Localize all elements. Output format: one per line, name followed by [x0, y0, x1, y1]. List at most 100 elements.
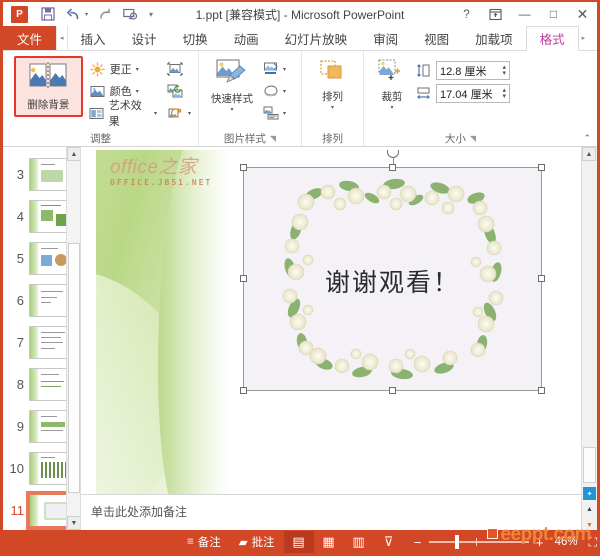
- notes-button[interactable]: ≡ 备注: [178, 529, 230, 555]
- redo-icon[interactable]: [97, 6, 113, 22]
- tab-design[interactable]: 设计: [119, 26, 170, 50]
- resize-handle-nw[interactable]: [240, 164, 247, 171]
- tab-transitions[interactable]: 切换: [170, 26, 221, 50]
- view-normal-button[interactable]: ▤: [283, 531, 314, 553]
- resize-handle-n[interactable]: [388, 164, 396, 171]
- crop-caret-icon[interactable]: ▾: [390, 104, 393, 111]
- zoom-slider-midpoint: [475, 538, 477, 546]
- tab-view[interactable]: 视图: [411, 26, 462, 50]
- shape-width-spinners[interactable]: ▴ ▾: [502, 87, 506, 100]
- remove-background-button[interactable]: 删除背景: [14, 56, 83, 117]
- previous-slide-button[interactable]: ▲: [583, 503, 596, 516]
- picture-selection-frame[interactable]: [240, 150, 545, 394]
- ribbon-display-options-icon[interactable]: [481, 2, 510, 26]
- thumbnail-scroll-down-button[interactable]: ▼: [67, 516, 80, 530]
- compress-pictures-button[interactable]: [165, 58, 193, 80]
- select-browse-object-button[interactable]: ✦: [583, 487, 596, 500]
- adjust-group-label: 调整: [90, 132, 111, 145]
- undo-icon[interactable]: [65, 6, 81, 22]
- thumbnail-scroll-up-button[interactable]: ▲: [67, 147, 80, 161]
- arrange-button[interactable]: 排列 ▾: [307, 55, 358, 114]
- slide-thumbnail-pane: 3 4 5 6 7 8 9 10 11 ▲ ▼: [3, 147, 81, 530]
- picture-border-button[interactable]: ▾: [260, 58, 288, 80]
- picture-border-caret-icon[interactable]: ▾: [283, 66, 286, 73]
- resize-handle-w[interactable]: [240, 275, 247, 282]
- close-button[interactable]: ✕: [568, 2, 597, 26]
- arrange-icon: [318, 58, 348, 89]
- picture-effects-caret-icon[interactable]: ▾: [283, 88, 286, 95]
- thumbnail-scrollbar-thumb[interactable]: [68, 243, 80, 493]
- tab-animations[interactable]: 动画: [221, 26, 272, 50]
- color-caret-icon[interactable]: ▾: [136, 88, 139, 95]
- comments-button[interactable]: ▰ 批注: [230, 529, 284, 555]
- minimize-button[interactable]: —: [510, 2, 539, 26]
- shape-height-row: 12.8 厘米 ▴ ▾: [415, 61, 510, 80]
- tab-file[interactable]: 文件: [3, 26, 57, 50]
- watermark-line-2: OFFICE.JB51.NET: [110, 178, 213, 187]
- resize-handle-e[interactable]: [538, 275, 545, 282]
- tab-insert[interactable]: 插入: [68, 26, 119, 50]
- corrections-button[interactable]: 更正 ▾: [87, 58, 159, 80]
- picture-layout-button[interactable]: ▾: [260, 102, 288, 124]
- reset-picture-caret-icon[interactable]: ▾: [188, 110, 191, 117]
- shape-width-row: 17.04 厘米 ▴ ▾: [415, 84, 510, 103]
- comment-icon: ▰: [238, 537, 248, 549]
- height-spin-down-icon[interactable]: ▾: [502, 70, 506, 77]
- slide-vertical-scrollbar[interactable]: ▲ ✦ ▲ ▼: [581, 147, 597, 530]
- adjust-small-buttons: 更正 ▾ 颜色 ▾ 艺术效果 ▾: [87, 55, 159, 128]
- tabs-scroll-right-icon[interactable]: ▸: [579, 26, 589, 50]
- picture-styles-dialog-launcher[interactable]: ◥: [270, 134, 276, 143]
- crop-button[interactable]: 裁剪 ▾: [369, 55, 415, 114]
- zoom-slider-handle[interactable]: [454, 535, 459, 549]
- picture-border-icon: [262, 61, 279, 78]
- title-bar: P ▾ ▾ 1.ppt [兼容模式] - Microsoft PowerPoin…: [3, 0, 597, 26]
- collapse-ribbon-icon[interactable]: ⌃: [583, 133, 591, 144]
- artistic-effects-caret-icon[interactable]: ▾: [154, 110, 157, 117]
- picture-layout-caret-icon[interactable]: ▾: [283, 110, 286, 117]
- thumbnail-scrollbar[interactable]: ▲ ▼: [66, 147, 80, 530]
- quick-styles-button[interactable]: 快速样式 ▾: [204, 55, 260, 116]
- picture-effects-button[interactable]: ▾: [260, 80, 288, 102]
- view-slide-sorter-button[interactable]: ▦: [314, 531, 344, 553]
- current-slide[interactable]: office之家 OFFICE.JB51.NET 谢谢观看！: [96, 150, 566, 498]
- ribbon-tabs: 文件 ◂ 插入 设计 切换 动画 幻灯片放映 审阅 视图 加载项 格式 ▸: [3, 26, 597, 51]
- width-spin-down-icon[interactable]: ▾: [502, 93, 506, 100]
- tabs-scroll-left-icon[interactable]: ◂: [56, 26, 68, 50]
- undo-dropdown-caret-icon[interactable]: ▾: [85, 11, 88, 18]
- ribbon: 删除背景 更正 ▾ 颜色 ▾ 艺术效果 ▾ ▾ 调整 快速样式 ▾ ▾ ▾ ▾ …: [3, 51, 597, 147]
- zoom-out-button[interactable]: −: [412, 535, 424, 550]
- remove-background-label: 删除背景: [27, 99, 70, 111]
- maximize-button[interactable]: □: [539, 2, 568, 26]
- shape-width-input[interactable]: 17.04 厘米 ▴ ▾: [436, 84, 510, 103]
- change-picture-button[interactable]: [165, 80, 193, 102]
- help-button[interactable]: ?: [452, 2, 481, 26]
- crop-label: 裁剪: [381, 91, 403, 103]
- resize-handle-sw[interactable]: [240, 387, 247, 394]
- tab-format[interactable]: 格式: [525, 26, 579, 51]
- corrections-caret-icon[interactable]: ▾: [136, 66, 139, 73]
- resize-handle-s[interactable]: [388, 387, 396, 394]
- scroll-up-button[interactable]: ▲: [582, 147, 596, 161]
- tab-addins[interactable]: 加载项: [462, 26, 526, 50]
- tab-slideshow[interactable]: 幻灯片放映: [272, 26, 361, 50]
- arrange-caret-icon[interactable]: ▾: [331, 104, 334, 111]
- start-slideshow-icon[interactable]: [122, 6, 138, 22]
- quick-styles-caret-icon[interactable]: ▾: [230, 106, 233, 113]
- shape-height-input[interactable]: 12.8 厘米 ▴ ▾: [436, 61, 510, 80]
- resize-handle-ne[interactable]: [538, 164, 545, 171]
- shape-width-icon: [415, 85, 432, 102]
- size-dialog-launcher[interactable]: ◥: [470, 134, 476, 143]
- vertical-scrollbar-thumb[interactable]: [583, 447, 596, 483]
- view-reading-button[interactable]: ▥: [344, 531, 374, 553]
- picture-effects-icon: [262, 83, 279, 100]
- notes-placeholder[interactable]: 单击此处添加备注: [81, 495, 581, 520]
- rotate-handle[interactable]: [386, 150, 399, 158]
- shape-height-spinners[interactable]: ▴ ▾: [502, 64, 506, 77]
- artistic-effects-button[interactable]: 艺术效果 ▾: [87, 100, 159, 128]
- view-slideshow-button[interactable]: ⊽: [374, 531, 404, 553]
- save-icon[interactable]: [40, 6, 56, 22]
- reset-picture-button[interactable]: ▾: [165, 102, 193, 124]
- customize-qat-icon[interactable]: ▾: [149, 10, 153, 19]
- tab-review[interactable]: 审阅: [360, 26, 411, 50]
- resize-handle-se[interactable]: [538, 387, 545, 394]
